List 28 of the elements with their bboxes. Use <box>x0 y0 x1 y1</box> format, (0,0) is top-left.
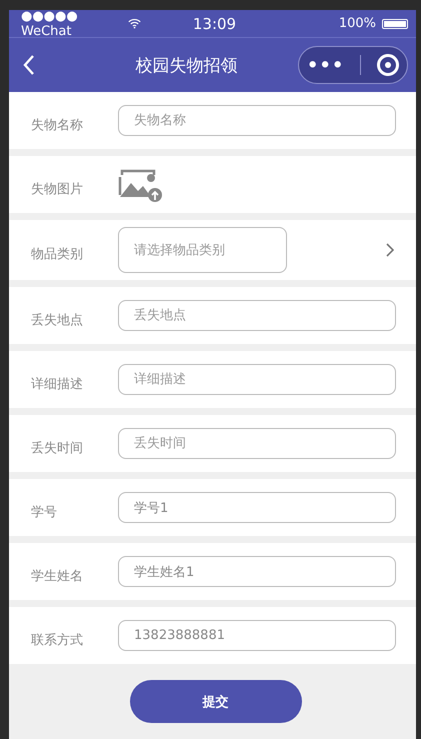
category-select[interactable]: 请选择物品类别 <box>118 227 287 273</box>
field-label: 丢失时间 <box>31 440 84 456</box>
page-title: 校园失物招领 <box>134 54 238 76</box>
battery-icon <box>382 18 408 28</box>
status-time: 13:09 <box>192 14 236 32</box>
battery-percent: 100% <box>338 16 376 31</box>
close-circle-icon[interactable] <box>377 54 400 76</box>
chevron-right-icon[interactable] <box>386 243 394 257</box>
field-label: 失物图片 <box>31 180 84 198</box>
field-label: 详细描述 <box>31 376 84 392</box>
wifi-icon <box>128 18 141 29</box>
field-label: 学号 <box>31 504 58 520</box>
field-label: 物品类别 <box>31 246 84 263</box>
field-label: 失物名称 <box>31 116 84 134</box>
input-field[interactable]: 13823888881 <box>118 620 396 651</box>
input-field[interactable]: 丢失地点 <box>118 300 396 331</box>
input-field[interactable]: 丢失时间 <box>118 428 396 459</box>
field-label: 丢失地点 <box>31 312 84 328</box>
back-icon[interactable] <box>23 54 35 76</box>
field-label: 联系方式 <box>31 632 84 648</box>
input-field[interactable]: 学号1 <box>118 492 396 523</box>
field-label: 学生姓名 <box>31 568 84 584</box>
submit-button[interactable]: 提交 <box>130 680 302 723</box>
input-field[interactable]: 学生姓名1 <box>118 556 396 587</box>
input-field[interactable]: 详细描述 <box>118 364 396 395</box>
input-field[interactable]: 失物名称 <box>118 105 396 136</box>
carrier-text: ●●●●● WeChat <box>21 8 79 38</box>
more-menu-button[interactable]: ••• <box>306 54 344 76</box>
